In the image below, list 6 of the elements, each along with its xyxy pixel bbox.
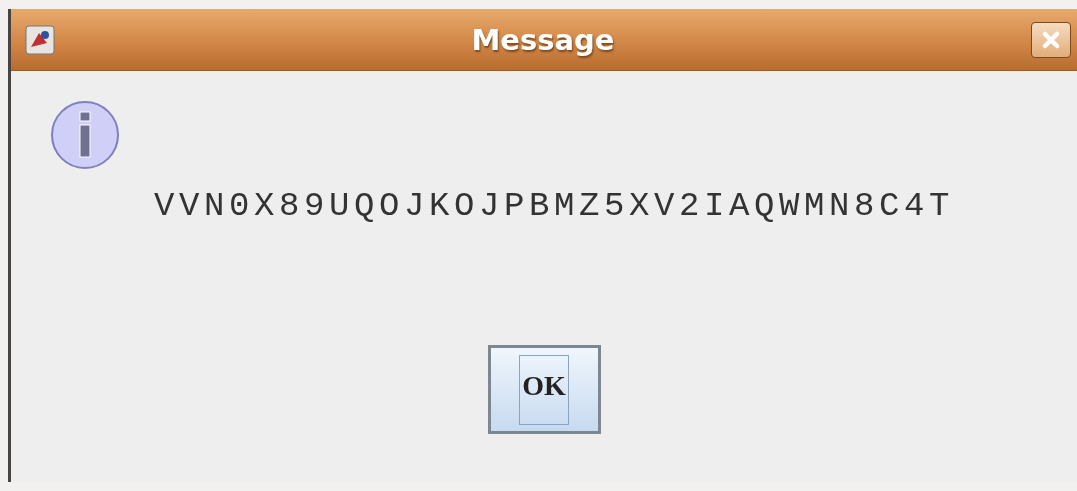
app-icon bbox=[25, 24, 55, 55]
close-icon bbox=[1041, 29, 1061, 50]
message-text: VVN0X89UQOJKOJPBMZ5XV2IAQWMN8C4T bbox=[152, 187, 955, 225]
close-button[interactable] bbox=[1031, 21, 1071, 58]
ok-button[interactable]: OK bbox=[487, 345, 601, 434]
window-title: Message bbox=[470, 22, 616, 57]
